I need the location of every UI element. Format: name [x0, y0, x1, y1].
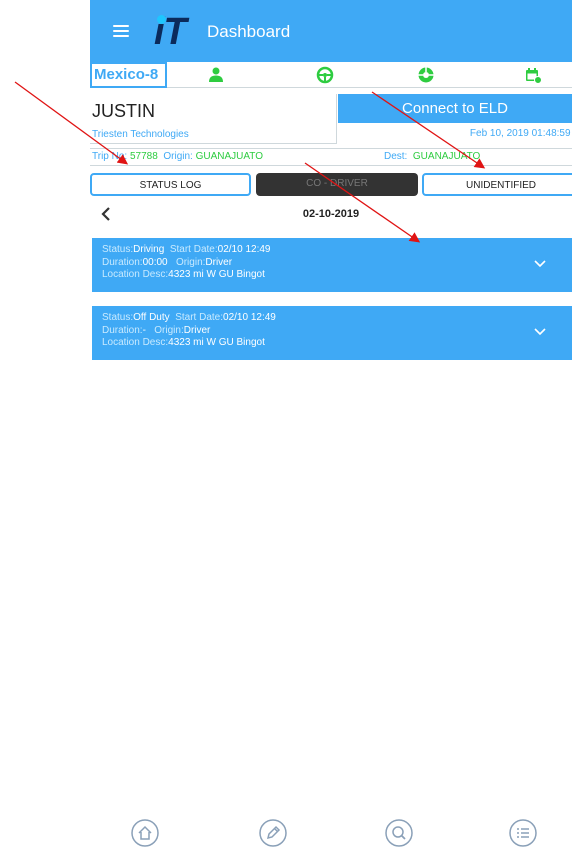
- log-entry[interactable]: Status:Off Duty Start Date:02/10 12:49 D…: [92, 306, 572, 360]
- driver-name: JUSTIN: [92, 101, 155, 121]
- origin-value: Driver: [183, 324, 211, 336]
- start-date-label: Start Date:: [175, 312, 224, 323]
- trip-origin: GUANAJUATO: [195, 151, 264, 162]
- location-value: 4323 mi W GU Bingot: [168, 269, 265, 280]
- duration-value: -: [142, 324, 146, 336]
- edit-icon[interactable]: [258, 818, 288, 848]
- duration-label: Duration:: [102, 256, 143, 268]
- date-navigation: 02-10-2019: [90, 204, 572, 226]
- tab-co-driver[interactable]: CO - DRIVER: [256, 173, 418, 196]
- status-label: Status:: [102, 244, 134, 255]
- home-icon[interactable]: [130, 818, 160, 848]
- start-date-value: 02/10 12:49: [217, 244, 271, 255]
- start-date-value: 02/10 12:49: [223, 312, 276, 323]
- app-logo: iT: [154, 11, 187, 53]
- origin-label: Origin:: [154, 324, 184, 336]
- tab-status-log[interactable]: STATUS LOG: [90, 173, 251, 196]
- location-label: Location Desc:: [102, 269, 169, 280]
- origin-value: Driver: [205, 256, 233, 268]
- app-screen: iT Dashboard Mexico-8 JUSTIN Triesten Te…: [90, 0, 572, 362]
- origin-label: Origin:: [175, 256, 206, 268]
- page-title: Dashboard: [207, 22, 291, 41]
- chevron-down-icon[interactable]: [534, 260, 546, 268]
- vehicle-id[interactable]: Mexico-8: [90, 62, 167, 88]
- status-value: Off Duty: [133, 312, 170, 323]
- tab-unidentified[interactable]: UNIDENTIFIED: [422, 173, 572, 196]
- trip-dest: GUANAJUATO: [412, 151, 481, 162]
- current-datetime: Feb 10, 2019 01:48:59 P: [469, 128, 572, 139]
- trip-number: 57788: [129, 151, 158, 162]
- vehicle-status-row: Mexico-8: [90, 62, 572, 88]
- driving-status-icon[interactable]: [316, 66, 334, 84]
- location-value: 4323 mi W GU Bingot: [168, 337, 265, 348]
- trip-info-row: Trip No: 57788 Origin: GUANAJUATO Dest: …: [90, 148, 572, 166]
- location-label: Location Desc:: [102, 337, 169, 348]
- status-label: Status:: [102, 312, 134, 323]
- start-date-label: Start Date:: [169, 244, 218, 255]
- company-name: Triesten Technologies: [92, 129, 189, 140]
- calendar-icon[interactable]: [524, 66, 542, 84]
- on-duty-status-icon[interactable]: [417, 66, 435, 84]
- menu-list-icon[interactable]: [508, 818, 538, 848]
- origin-label: Origin:: [163, 151, 193, 162]
- top-app-bar: iT Dashboard: [90, 0, 572, 62]
- hamburger-menu-icon[interactable]: [113, 25, 129, 37]
- log-entry[interactable]: Status:Driving Start Date:02/10 12:49 Du…: [92, 238, 572, 292]
- status-value: Driving: [133, 244, 165, 255]
- bottom-navigation: [0, 818, 572, 852]
- driver-status-icon[interactable]: [207, 66, 225, 84]
- log-date: 02-10-2019: [302, 208, 360, 220]
- chevron-down-icon[interactable]: [534, 328, 546, 336]
- duration-label: Duration:: [102, 324, 143, 336]
- connect-to-eld-button[interactable]: Connect to ELD: [338, 94, 572, 123]
- search-icon[interactable]: [384, 818, 414, 848]
- dest-label: Dest:: [384, 151, 408, 162]
- trip-label: Trip No:: [92, 151, 128, 162]
- duration-value: 00:00: [142, 256, 168, 268]
